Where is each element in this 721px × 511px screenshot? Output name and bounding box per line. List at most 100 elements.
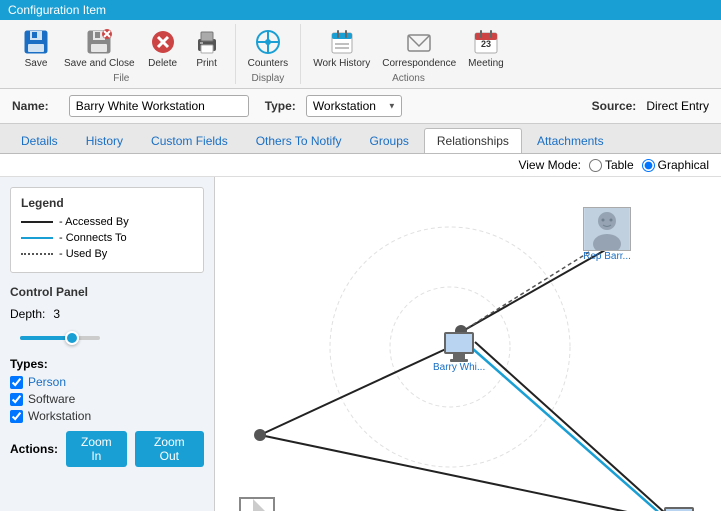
zoom-in-button[interactable]: Zoom In — [66, 431, 127, 467]
barry-monitor-screen — [444, 332, 474, 354]
correspondence-icon — [403, 26, 435, 58]
checkbox-workstation-label: Workstation — [28, 409, 91, 423]
node-email-soft[interactable]: Email Soft... — [230, 497, 284, 511]
types-section: Types: Person Software Workstation — [10, 357, 204, 423]
view-mode-table-label[interactable]: Table — [589, 158, 634, 172]
correspondence-label: Correspondence — [382, 58, 456, 69]
type-label: Type: — [265, 99, 296, 113]
toolbar-group-display: Counters Display — [236, 24, 302, 84]
zoom-out-button[interactable]: Zoom Out — [135, 431, 204, 467]
actions-buttons: Work History Correspondence 23 — [309, 24, 508, 71]
legend-item-connects-to: - Connects To — [21, 232, 193, 244]
rep-barr-avatar — [583, 207, 631, 251]
name-label: Name: — [12, 99, 49, 113]
form-row: Name: Type: Workstation Server Laptop De… — [0, 89, 721, 124]
steve-joh-monitor-icon — [664, 507, 694, 511]
tabs-bar: Details History Custom Fields Others To … — [0, 124, 721, 154]
type-section: Type: Workstation Server Laptop Desktop — [265, 95, 402, 117]
view-mode-label: View Mode: — [518, 158, 580, 172]
toolbar-group-file: Save Save and Close — [8, 24, 236, 84]
save-close-label: Save and Close — [64, 58, 135, 69]
work-history-label: Work History — [313, 58, 370, 69]
delete-icon — [147, 26, 179, 58]
save-close-button[interactable]: Save and Close — [60, 24, 139, 71]
actions-row: Actions: Zoom In Zoom Out — [10, 431, 204, 467]
delete-button[interactable]: Delete — [143, 24, 183, 71]
tab-groups[interactable]: Groups — [357, 128, 422, 153]
steve-joh-screen — [664, 507, 694, 511]
save-button[interactable]: Save — [16, 24, 56, 71]
rep-barr-label: Rep Barr... — [583, 251, 631, 262]
counters-button[interactable]: Counters — [244, 24, 293, 71]
meeting-icon: 23 — [470, 26, 502, 58]
barry-label: Barry Whi... — [433, 362, 485, 373]
graph-area: Barry Whi... Rep Barr... — [215, 177, 721, 511]
view-mode-bar: View Mode: Table Graphical — [0, 154, 721, 177]
checkbox-person-input[interactable] — [10, 376, 23, 389]
depth-row: Depth: 3 — [10, 307, 204, 321]
tab-attachments[interactable]: Attachments — [524, 128, 617, 153]
display-group-label: Display — [252, 73, 285, 84]
display-buttons: Counters — [244, 24, 293, 71]
left-panel: Legend - Accessed By - Connects To - Use… — [0, 177, 215, 511]
node-steve-joh[interactable]: Steve Joh... — [653, 507, 706, 511]
work-history-icon — [326, 26, 358, 58]
source-value: Direct Entry — [646, 99, 709, 113]
checkbox-software-input[interactable] — [10, 393, 23, 406]
tab-custom-fields[interactable]: Custom Fields — [138, 128, 241, 153]
checkbox-software: Software — [10, 392, 204, 406]
legend-line-solid — [21, 221, 53, 223]
node-barry[interactable]: Barry Whi... — [433, 332, 485, 373]
legend-box: Legend - Accessed By - Connects To - Use… — [10, 187, 204, 273]
name-input[interactable] — [69, 95, 249, 117]
source-section: Source: Direct Entry — [592, 99, 709, 113]
svg-text:23: 23 — [481, 39, 491, 49]
doc-corner — [253, 499, 273, 511]
meeting-button[interactable]: 23 Meeting — [464, 24, 508, 71]
type-select[interactable]: Workstation Server Laptop Desktop — [306, 95, 402, 117]
checkbox-software-label: Software — [28, 392, 75, 406]
correspondence-button[interactable]: Correspondence — [378, 24, 460, 71]
legend-title: Legend — [21, 196, 193, 210]
checkbox-person-label: Person — [28, 375, 66, 389]
checkbox-person: Person — [10, 375, 204, 389]
depth-label: Depth: — [10, 307, 45, 321]
meeting-label: Meeting — [468, 58, 504, 69]
checkbox-workstation-input[interactable] — [10, 410, 23, 423]
view-mode-graphical-label[interactable]: Graphical — [642, 158, 709, 172]
source-label: Source: — [592, 99, 637, 113]
print-label: Print — [196, 58, 217, 69]
view-mode-table-radio[interactable] — [589, 159, 602, 172]
work-history-button[interactable]: Work History — [309, 24, 374, 71]
barry-monitor-icon — [444, 332, 474, 362]
types-label: Types: — [10, 357, 204, 371]
delete-label: Delete — [148, 58, 177, 69]
tab-others-to-notify[interactable]: Others To Notify — [243, 128, 355, 153]
tab-relationships[interactable]: Relationships — [424, 128, 522, 153]
email-soft-doc-icon — [239, 497, 275, 511]
depth-value: 3 — [53, 307, 60, 321]
print-button[interactable]: Print — [187, 24, 227, 71]
tab-history[interactable]: History — [73, 128, 136, 153]
slider-thumb — [65, 331, 79, 345]
toolbar: Save Save and Close — [0, 20, 721, 89]
checkbox-workstation: Workstation — [10, 409, 204, 423]
node-rep-barr[interactable]: Rep Barr... — [583, 207, 631, 262]
actions-group-label: Actions — [392, 73, 425, 84]
control-panel-title: Control Panel — [10, 285, 204, 299]
control-panel: Control Panel Depth: 3 Types: Person Sof… — [10, 285, 204, 467]
legend-label-connects-to: - Connects To — [59, 232, 127, 244]
title-bar: Configuration Item — [0, 0, 721, 20]
counters-label: Counters — [248, 58, 289, 69]
tab-details[interactable]: Details — [8, 128, 71, 153]
view-mode-graphical-radio[interactable] — [642, 159, 655, 172]
content-area: Legend - Accessed By - Connects To - Use… — [0, 177, 721, 511]
depth-slider[interactable] — [20, 329, 100, 347]
save-label: Save — [25, 58, 48, 69]
toolbar-group-actions: Work History Correspondence 23 — [301, 24, 516, 84]
legend-item-accessed-by: - Accessed By — [21, 216, 193, 228]
save-icon — [20, 26, 52, 58]
legend-label-used-by: - Used By — [59, 248, 107, 260]
type-select-wrapper: Workstation Server Laptop Desktop — [306, 95, 402, 117]
print-icon — [191, 26, 223, 58]
